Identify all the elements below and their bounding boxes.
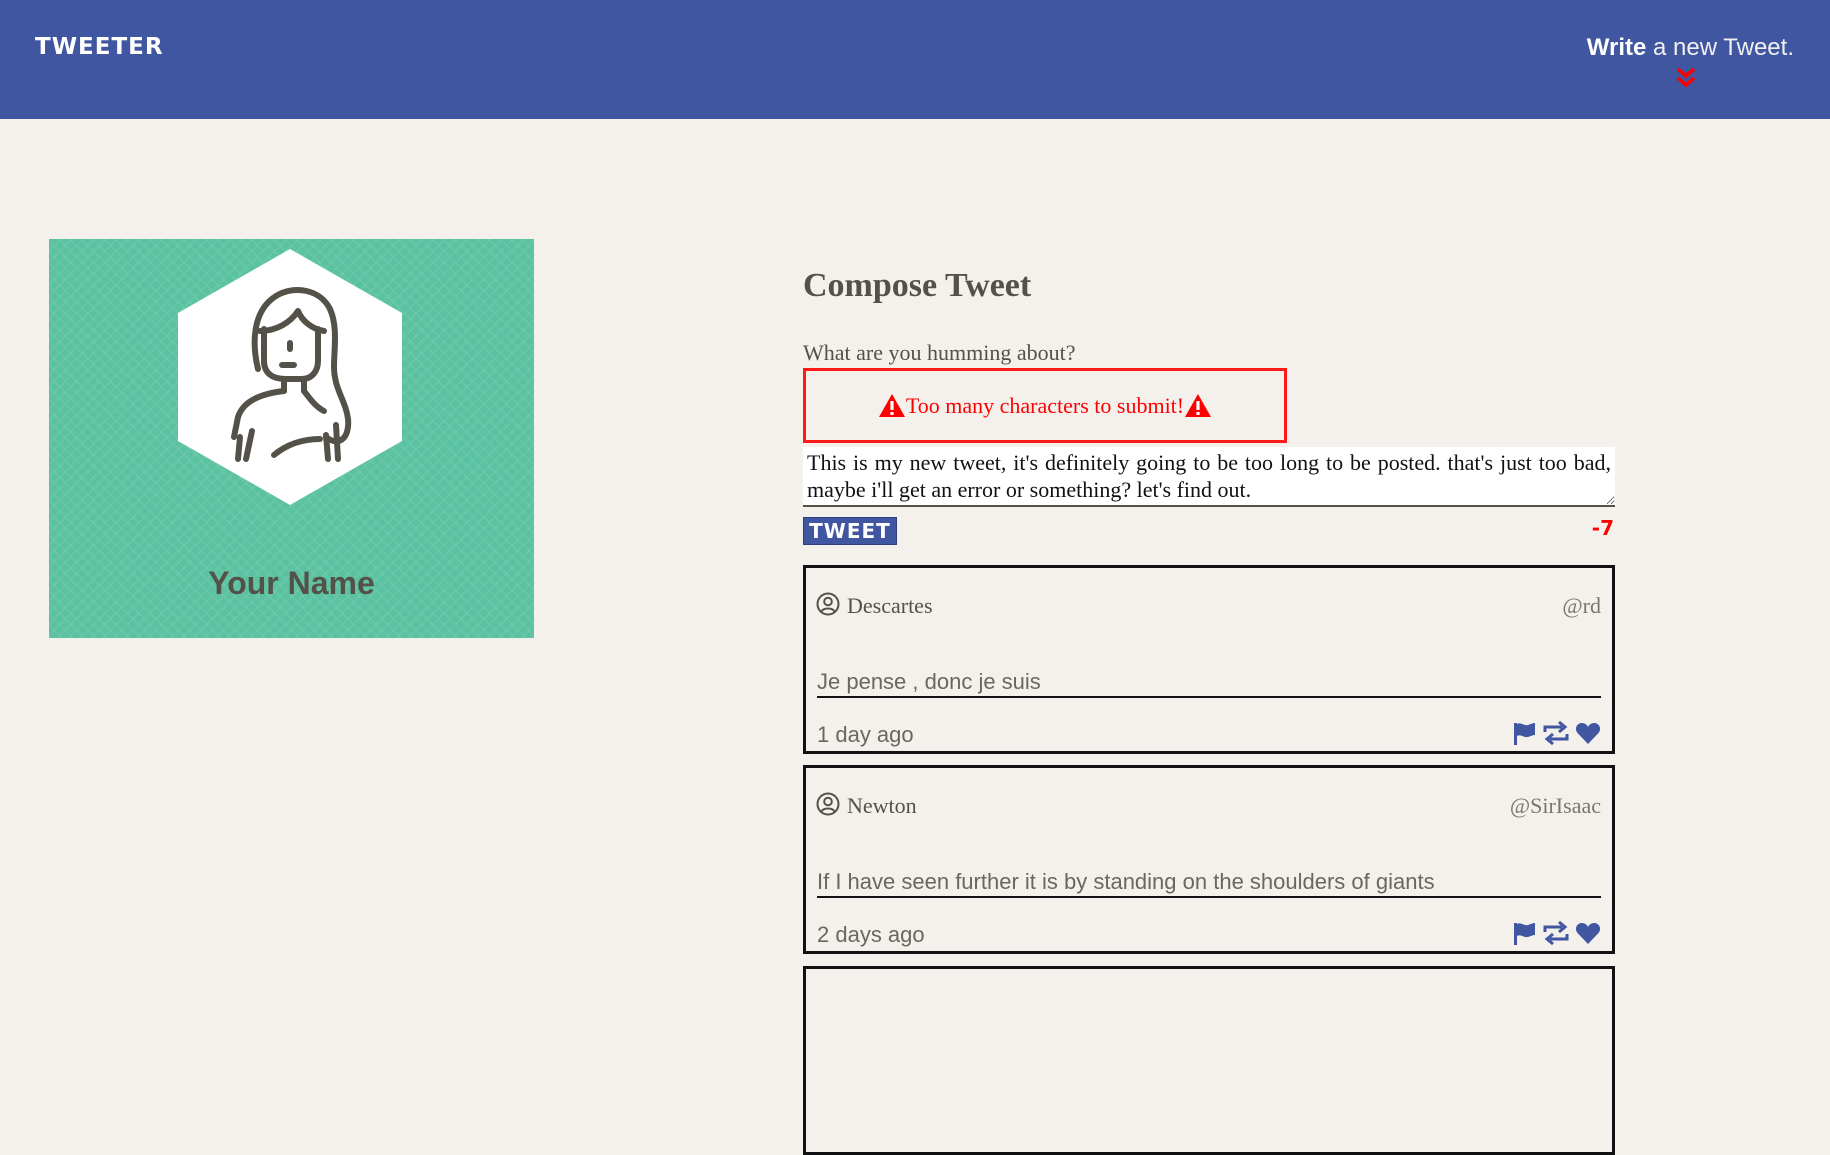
user-circle-icon xyxy=(816,792,840,816)
tweet-timestamp: 2 days ago xyxy=(817,922,925,947)
flag-icon[interactable] xyxy=(1511,720,1537,746)
profile-name: Your Name xyxy=(208,565,375,601)
tweet-card: Descartes @rd Je pense , donc je suis 1 … xyxy=(803,565,1615,754)
tweet-actions xyxy=(1511,920,1601,946)
char-counter: -7 xyxy=(1591,516,1614,540)
tweet-content: If I have seen further it is by standing… xyxy=(817,869,1601,898)
nav-compose-rest: a new Tweet. xyxy=(1646,34,1794,61)
tweet-author-handle: @SirIsaac xyxy=(1509,793,1601,818)
flag-icon[interactable] xyxy=(1511,920,1537,946)
tweet-card-partial xyxy=(803,966,1615,1155)
navbar: TWEETER Write a new Tweet. xyxy=(0,0,1830,119)
tweet-content: Je pense , donc je suis xyxy=(817,669,1601,698)
compose-label: What are you humming about? xyxy=(803,340,1076,365)
tweet-author-handle: @rd xyxy=(1562,593,1601,618)
heart-icon[interactable] xyxy=(1575,920,1601,946)
user-circle-icon xyxy=(816,592,840,616)
error-text: Too many characters to submit! xyxy=(905,392,1185,418)
tweet-card: Newton @SirIsaac If I have seen further … xyxy=(803,765,1615,954)
app-logo[interactable]: TWEETER xyxy=(35,34,164,60)
tweet-text-input[interactable] xyxy=(803,447,1615,507)
warning-triangle-icon xyxy=(1185,394,1212,417)
double-chevron-down-icon[interactable] xyxy=(1675,66,1697,92)
profile-card: Your Name xyxy=(49,239,534,638)
woman-avatar-icon xyxy=(178,249,402,505)
tweet-actions xyxy=(1511,720,1601,746)
retweet-icon[interactable] xyxy=(1542,720,1570,746)
retweet-icon[interactable] xyxy=(1542,920,1570,946)
tweet-author-name: Descartes xyxy=(847,593,933,618)
tweet-submit-button[interactable]: TWEET xyxy=(803,517,897,545)
nav-compose-bold: Write xyxy=(1586,34,1647,61)
tweet-timestamp: 1 day ago xyxy=(817,722,914,747)
write-new-tweet-toggle[interactable]: Write a new Tweet. xyxy=(1586,34,1794,88)
warning-triangle-icon xyxy=(878,394,905,417)
error-message: Too many characters to submit! xyxy=(803,368,1287,443)
tweet-author-name: Newton xyxy=(847,793,917,818)
heart-icon[interactable] xyxy=(1575,720,1601,746)
compose-title: Compose Tweet xyxy=(803,267,1032,304)
